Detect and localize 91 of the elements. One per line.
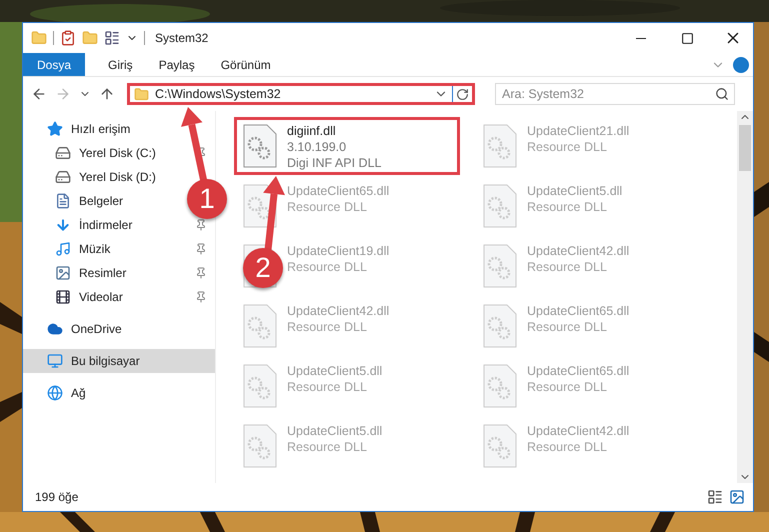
monitor-icon xyxy=(47,353,63,369)
settings-file-icon xyxy=(243,424,277,468)
file-detail: Resource DLL xyxy=(287,440,368,454)
settings-file-icon xyxy=(483,424,517,468)
file-name: UpdateClient42.dll xyxy=(527,244,630,258)
settings-file-icon xyxy=(483,244,517,288)
music-icon xyxy=(55,241,71,257)
sidebar-item[interactable]: Yerel Disk (D:) xyxy=(23,165,164,189)
sidebar-label: Ağ xyxy=(71,386,86,400)
pin-icon xyxy=(195,219,207,231)
file-detail: Resource DLL xyxy=(527,320,608,334)
sidebar-item[interactable]: Videolar xyxy=(23,285,215,309)
folder-icon xyxy=(134,86,149,102)
sidebar-item[interactable]: Bu bilgisayar xyxy=(23,349,215,373)
settings-file-icon xyxy=(483,364,517,408)
settings-file-icon xyxy=(243,364,277,408)
document-icon xyxy=(55,193,71,209)
sidebar-item[interactable]: Resimler xyxy=(23,261,215,285)
film-icon xyxy=(55,289,71,305)
sidebar-label: Yerel Disk (C:) xyxy=(79,146,157,160)
download-icon xyxy=(55,217,71,233)
file-detail: Resource DLL xyxy=(287,380,368,394)
pin-icon xyxy=(195,243,207,255)
drive-icon xyxy=(55,169,71,185)
maximize-icon xyxy=(680,32,694,44)
file-name: UpdateClient19.dll xyxy=(287,244,390,258)
sidebar-label: İndirmeler xyxy=(79,218,134,232)
settings-file-icon xyxy=(483,124,517,168)
file-name: digiinf.dll xyxy=(287,124,337,138)
file-detail: Resource DLL xyxy=(287,260,368,274)
picture-icon xyxy=(55,265,71,281)
file-detail: Resource DLL xyxy=(287,200,368,214)
pin-icon xyxy=(195,267,207,279)
refresh-icon xyxy=(456,88,469,100)
sidebar-item[interactable]: OneDrive xyxy=(23,317,130,341)
drive-icon xyxy=(55,145,71,161)
sidebar-label: Hızlı erişim xyxy=(71,122,130,136)
details-view-icon[interactable] xyxy=(707,489,723,505)
file-detail: Resource DLL xyxy=(527,440,608,454)
file-name: UpdateClient5.dll xyxy=(287,424,382,438)
ribbon-tab[interactable]: Paylaş xyxy=(146,53,208,76)
sidebar-item[interactable]: Ağ xyxy=(23,381,94,405)
settings-file-icon xyxy=(483,304,517,348)
sidebar-label: Bu bilgisayar xyxy=(71,354,141,368)
search-icon[interactable] xyxy=(715,87,729,101)
sidebar-label: OneDrive xyxy=(71,322,122,336)
address-bar[interactable]: C:\Windows\System32 xyxy=(127,83,475,105)
settings-file-icon xyxy=(483,184,517,228)
star-icon xyxy=(47,121,63,137)
window-title: System32 xyxy=(155,31,210,45)
sidebar-label: Belgeler xyxy=(79,194,124,208)
file-detail: Resource DLL xyxy=(527,140,608,154)
globe-icon xyxy=(47,385,63,401)
file-detail: Resource DLL xyxy=(527,380,608,394)
sidebar-label: Yerel Disk (D:) xyxy=(79,170,156,184)
file-detail: 3.10.199.0 xyxy=(287,140,348,154)
file-name: UpdateClient65.dll xyxy=(527,364,630,378)
pin-icon xyxy=(195,291,207,303)
ribbon-tab[interactable]: Giriş xyxy=(95,53,146,76)
file-name: UpdateClient65.dll xyxy=(527,304,630,318)
file-name: UpdateClient42.dll xyxy=(287,304,390,318)
address-path: C:\Windows\System32 xyxy=(155,87,282,101)
file-name: UpdateClient21.dll xyxy=(527,124,630,138)
settings-file-icon xyxy=(243,304,277,348)
settings-file-icon xyxy=(243,124,277,168)
sidebar-label: Videolar xyxy=(79,290,124,304)
file-name: UpdateClient5.dll xyxy=(527,184,622,198)
file-detail: Digi INF API DLL xyxy=(287,156,382,170)
sidebar-label: Resimler xyxy=(79,266,128,280)
sidebar-item[interactable]: Hızlı erişim xyxy=(23,117,138,141)
file-item[interactable]: digiinf.dll 3.10.199.0 Digi INF API DLL xyxy=(234,117,460,175)
cloud-icon xyxy=(47,321,63,337)
scrollbar[interactable] xyxy=(737,111,753,483)
sidebar-item[interactable]: Müzik xyxy=(23,237,215,261)
properties-icon[interactable] xyxy=(104,30,120,46)
item-count: 199 öğe xyxy=(35,490,80,504)
file-name: UpdateClient42.dll xyxy=(527,424,630,438)
file-detail: Resource DLL xyxy=(527,200,608,214)
file-name: UpdateClient5.dll xyxy=(287,364,382,378)
sidebar-label: Müzik xyxy=(79,242,112,256)
file-detail: Resource DLL xyxy=(287,320,368,334)
checklist-icon[interactable] xyxy=(60,30,76,46)
search-field[interactable]: Ara: System32 xyxy=(495,83,735,105)
file-detail: Resource DLL xyxy=(527,260,608,274)
large-icons-view-icon[interactable] xyxy=(729,489,745,505)
file-name: UpdateClient65.dll xyxy=(287,184,390,198)
sidebar-item[interactable]: Yerel Disk (C:) xyxy=(23,141,215,165)
scroll-thumb[interactable] xyxy=(739,125,751,171)
sidebar-item[interactable]: Belgeler xyxy=(23,189,132,213)
file-menu-button[interactable]: Dosya xyxy=(23,53,86,76)
ribbon-tab[interactable]: Görünüm xyxy=(208,53,284,76)
